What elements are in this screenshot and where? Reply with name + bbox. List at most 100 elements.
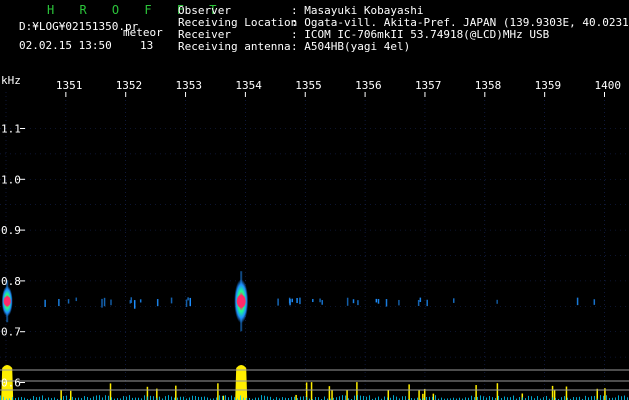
y-unit-label: kHz [1,74,21,87]
meteor-echo-core [3,296,11,307]
baseline-noise [129,395,130,400]
baseline-noise [621,396,622,400]
baseline-noise [84,396,85,400]
baseline-noise [345,395,346,400]
baseline-noise [600,395,601,400]
noise-streak [419,297,422,302]
baseline-noise [603,395,604,400]
noise-streak [346,297,349,306]
time-tick-label: 1355 [295,79,322,92]
noise-streak [133,300,136,309]
baseline-noise [264,395,265,400]
baseline-noise [150,395,151,400]
noise-streak [357,300,359,306]
baseline-noise [480,395,481,400]
noise-streak [291,298,293,303]
baseline-noise [267,396,268,400]
baseline-noise [153,396,154,400]
noise-streak [67,299,70,304]
audio-bar [331,389,333,400]
baseline-noise [585,395,586,400]
baseline-noise [105,395,106,400]
baseline-noise [342,395,343,400]
noise-streak [453,298,455,303]
y-tick-label: 0.6 [1,377,21,390]
noise-streak [321,300,323,305]
baseline-noise [471,395,472,400]
noise-streak [139,299,142,303]
noise-streak [299,297,301,305]
noise-streak [58,298,60,307]
baseline-noise [357,395,358,400]
time-tick-label: 1359 [535,79,562,92]
baseline-noise [546,395,547,400]
audio-bar [328,386,331,400]
baseline-noise [63,396,64,400]
audio-bar [175,385,177,400]
spectrogram: kHz 1.1 1.0 0.9 0.8 0.7 0.6 1351 1352 1353 1354 1… [0,74,629,400]
noise-streak [312,298,314,303]
baseline-noise [168,395,169,400]
baseline-noise [0,395,1,400]
baseline-noise [360,395,361,400]
audio-bar [423,389,426,400]
audio-bar [346,390,348,400]
baseline-noise [222,395,223,400]
time-tick-label: 1351 [56,79,83,92]
baseline-noise [42,395,43,400]
time-tick-label: 1357 [415,79,442,92]
baseline-noise [363,395,364,400]
audio-bar [310,382,313,400]
baseline-noise [405,396,406,400]
y-tick-label: 0.8 [1,275,21,288]
baseline-noise [123,396,124,400]
baseline-noise [33,396,34,400]
noise-streak [319,298,321,303]
baseline-noise [66,395,67,400]
meteor-echo-core [236,294,246,308]
noise-streak [377,298,380,304]
noise-streak [187,297,189,301]
audio-bar [70,390,72,400]
noise-streak [426,299,428,307]
noise-streak [110,299,112,306]
audio-bar [408,384,410,400]
baseline-noise [159,396,160,400]
audio-bar [496,383,499,400]
baseline-noise [324,396,325,400]
noise-streak [385,299,388,307]
noise-streak [496,299,498,304]
noise-streak [101,298,103,308]
noise-streak [296,298,298,304]
noise-streak [185,299,188,307]
baseline-noise [435,395,436,400]
audio-bar [565,386,568,400]
time-tick-label: 1352 [116,79,143,92]
baseline-noise [564,396,565,400]
baseline-noise [354,395,355,400]
baseline-noise [144,395,145,400]
time-tick-label: 1353 [176,79,203,92]
baseline-noise [489,396,490,400]
baseline-noise [624,395,625,400]
y-tick-label: 1.1 [1,123,21,136]
time-tick-label: 1354 [235,79,262,92]
baseline-noise [195,396,196,400]
noise-streak [398,299,400,306]
baseline-noise [384,396,385,400]
baseline-noise [393,395,394,400]
baseline-noise [402,396,403,400]
noise-streak [44,299,46,307]
baseline-noise [165,396,166,400]
baseline-noise [339,396,340,400]
baseline-noise [618,395,619,400]
noise-streak [593,299,596,305]
baseline-noise [126,396,127,400]
baseline-noise [513,395,514,400]
baseline-noise [171,396,172,400]
baseline-noise [528,395,529,400]
noise-streak [352,299,355,304]
baseline-noise [531,396,532,400]
baseline-noise [93,396,94,400]
noise-streak [170,297,173,304]
